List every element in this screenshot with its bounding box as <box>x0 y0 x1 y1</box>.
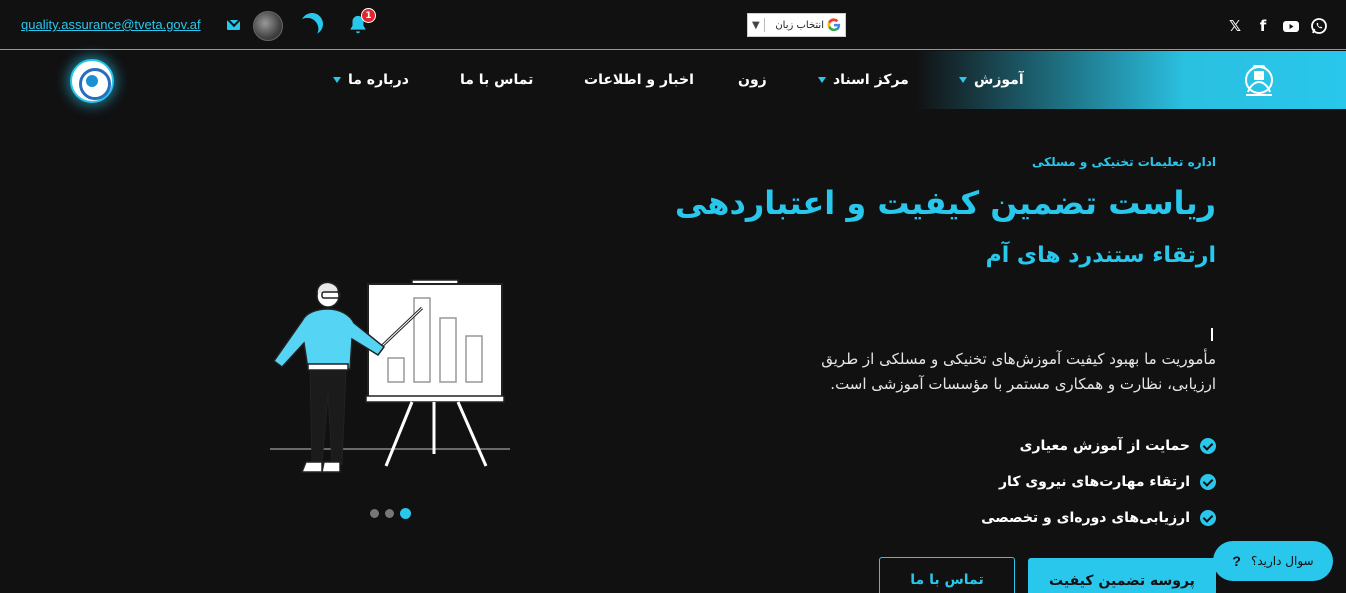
help-chat-button[interactable]: سوال دارید؟ ? <box>1213 541 1333 581</box>
help-label: سوال دارید؟ <box>1250 554 1314 568</box>
chevron-down-icon <box>333 77 341 83</box>
tveta-logo[interactable] <box>70 59 114 103</box>
language-selector-label: انتخاب زبان <box>775 19 824 31</box>
nav-item-zone[interactable]: زون <box>738 72 767 88</box>
list-item: ارتقاء مهارت‌های نیروی کار <box>981 464 1216 500</box>
nav-item-news[interactable]: اخبار و اطلاعات <box>584 72 694 88</box>
question-icon: ? <box>1232 553 1241 569</box>
notification-badge: 1 <box>361 8 376 23</box>
email-link[interactable]: quality.assurance@tveta.gov.af <box>21 17 201 32</box>
mail-icon <box>227 20 240 30</box>
nav-item-contact[interactable]: تماس با ما <box>460 72 533 88</box>
slider-dot-active[interactable] <box>400 508 411 519</box>
org-name: اداره تعلیمات تخنیکی و مسلکی <box>1032 155 1216 169</box>
check-circle-icon <box>1200 438 1216 454</box>
top-bar: quality.assurance@tveta.gov.af 1 ▼ انتخا… <box>0 0 1346 50</box>
avatar[interactable] <box>253 11 283 41</box>
slider-dots <box>370 508 411 519</box>
mission-text: مأموریت ما بهبود کیفیت آموزش‌های تخنیکی … <box>821 350 1216 393</box>
chevron-down-icon <box>818 77 826 83</box>
whatsapp-icon[interactable] <box>1310 17 1328 35</box>
language-selector[interactable]: ▼ انتخاب زبان <box>747 13 846 37</box>
presenter-illustration <box>270 279 510 473</box>
hero-subtitle: ارتقاء ستندرد های آم <box>985 243 1216 268</box>
chevron-down-icon <box>959 77 967 83</box>
list-item: حمایت از آموزش معیاری <box>981 428 1216 464</box>
nav-item-about[interactable]: درباره ما <box>333 72 409 88</box>
check-circle-icon <box>1200 474 1216 490</box>
feature-list: حمایت از آموزش معیاری ارتقاء مهارت‌های ن… <box>981 428 1216 536</box>
youtube-icon[interactable] <box>1282 17 1300 35</box>
page-title: ریاست تضمین کیفیت و اعتباردهی <box>674 184 1216 222</box>
nav-item-documents[interactable]: مرکز اسناد <box>818 72 909 88</box>
slider-dot[interactable] <box>385 509 394 518</box>
facebook-icon[interactable]: f <box>1254 17 1272 35</box>
list-item: ارزیابی‌های دوره‌ای و تخصصی <box>981 500 1216 536</box>
google-icon <box>827 18 841 32</box>
government-emblem-logo[interactable] <box>1238 62 1280 100</box>
slider-dot[interactable] <box>370 509 379 518</box>
check-circle-icon <box>1200 510 1216 526</box>
main-nav: آموزش مرکز اسناد زون اخبار و اطلاعات تما… <box>0 51 1346 109</box>
dark-mode-toggle-icon[interactable] <box>298 10 326 38</box>
typing-cursor <box>1211 328 1213 341</box>
quality-process-button[interactable]: پروسه تضمین کیفیت <box>1028 558 1216 593</box>
contact-button[interactable]: تماس با ما <box>879 557 1015 593</box>
nav-item-training[interactable]: آموزش <box>959 72 1024 88</box>
chevron-down-icon: ▼ <box>752 19 760 31</box>
social-links: 𝕏 f <box>1226 17 1328 35</box>
x-icon[interactable]: 𝕏 <box>1226 17 1244 35</box>
